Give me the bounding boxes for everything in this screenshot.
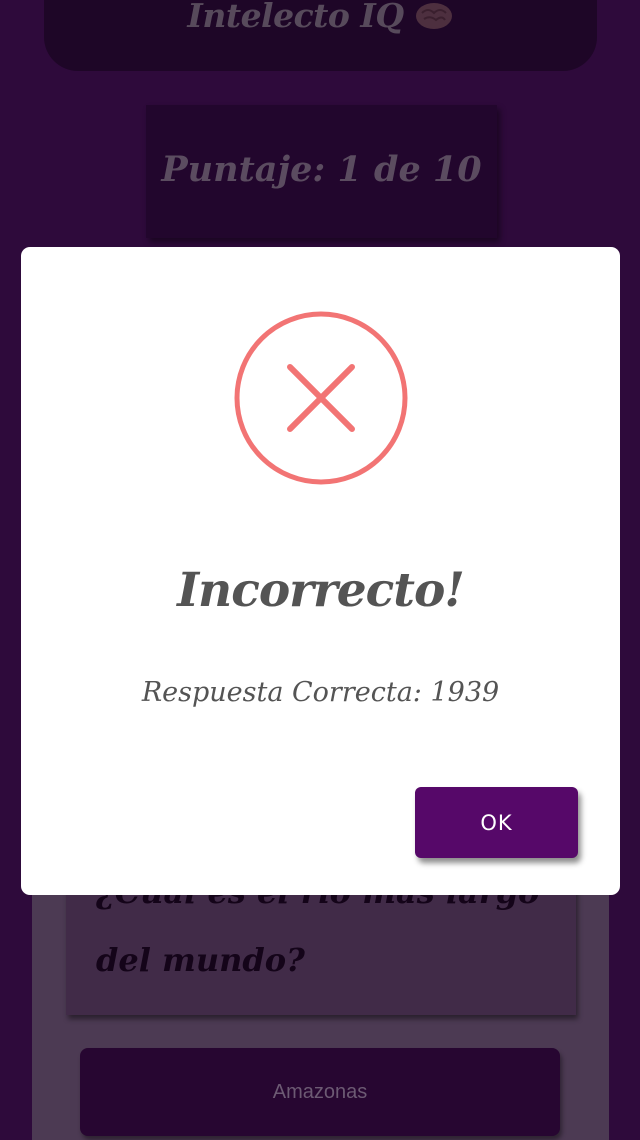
dialog-title: Incorrecto! [177,563,465,618]
error-x-icon [234,311,408,485]
result-dialog: Incorrecto! Respuesta Correcta: 1939 OK [21,247,620,895]
ok-button[interactable]: OK [415,787,578,858]
dialog-message: Respuesta Correcta: 1939 [141,677,500,708]
